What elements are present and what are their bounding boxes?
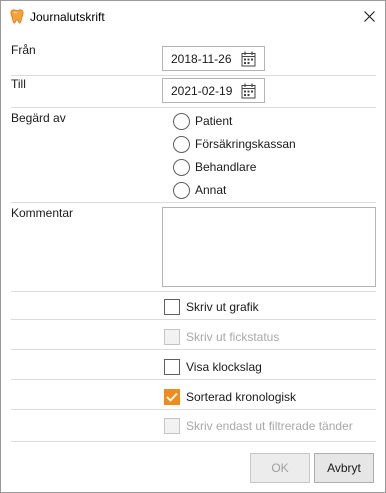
to-date-field[interactable]: 2021-02-19 [162,78,265,103]
checkbox-sort-chronological[interactable]: Sorterad kronologisk [164,388,296,405]
checkbox [164,328,180,345]
checkbox-print-pocket-status: Skriv ut fickstatus [164,328,279,345]
ok-button: OK [250,453,310,483]
radio-annat[interactable]: Annat [173,181,226,199]
radio-button[interactable] [173,112,190,130]
radio-label: Annat [195,183,227,197]
radio-button[interactable] [173,158,190,176]
separator [11,75,376,76]
requested-by-label: Begärd av [11,111,66,125]
close-icon [363,11,375,22]
calendar-icon[interactable] [241,51,256,67]
radio-button[interactable] [173,181,190,199]
separator [11,202,376,203]
to-date-value: 2021-02-19 [171,84,233,98]
radio-button[interactable] [173,135,190,153]
separator [11,319,376,320]
checkbox-label: Sorterad kronologisk [186,389,297,404]
radio-behandlare[interactable]: Behandlare [173,158,256,176]
checkbox[interactable] [164,388,180,405]
checkbox-label: Skriv endast ut filtrerade tänder [186,418,353,433]
window-title: Journalutskrift [30,10,105,24]
checkbox[interactable] [164,358,180,375]
checkbox-print-graphics[interactable]: Skriv ut grafik [164,298,259,315]
radio-label: Försäkringskassan [195,137,296,151]
from-date-value: 2018-11-26 [171,52,232,66]
checkbox-label: Skriv ut fickstatus [186,329,280,344]
separator [11,441,376,442]
checkbox [164,417,180,434]
journal-print-dialog: Journalutskrift Från 2018-11-26 Till 202… [0,0,386,493]
separator [11,291,376,292]
to-label: Till [11,77,26,91]
separator [11,409,376,410]
radio-label: Patient [195,114,233,128]
checkbox-print-filtered-teeth: Skriv endast ut filtrerade tänder [164,417,353,434]
checkmark-icon [166,392,178,402]
comment-label: Kommentar [11,206,74,220]
from-date-field[interactable]: 2018-11-26 [162,46,265,71]
radio-forsakringskassan[interactable]: Försäkringskassan [173,135,296,153]
separator [11,379,376,380]
checkbox[interactable] [164,298,180,315]
comment-textarea[interactable] [162,207,376,287]
radio-label: Behandlare [195,160,257,174]
checkbox-label: Visa klockslag [186,359,262,374]
from-label: Från [11,43,36,57]
close-button[interactable] [353,1,385,32]
calendar-icon[interactable] [241,83,256,99]
radio-patient[interactable]: Patient [173,112,232,130]
cancel-button[interactable]: Avbryt [314,453,374,483]
checkbox-label: Skriv ut grafik [186,299,259,314]
title-bar: Journalutskrift [1,1,385,32]
separator [11,107,376,108]
tooth-icon [10,9,24,24]
checkbox-show-time[interactable]: Visa klockslag [164,358,262,375]
separator [11,349,376,350]
